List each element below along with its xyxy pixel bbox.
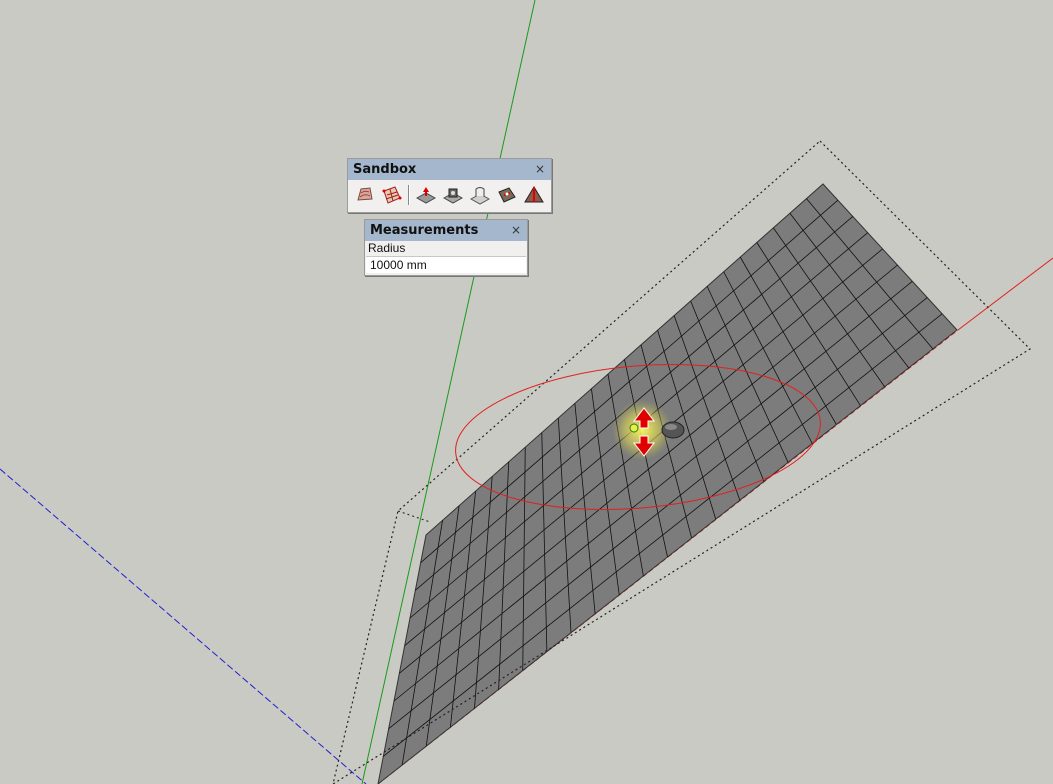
flip-edge-tool-icon[interactable]	[523, 184, 545, 206]
measurements-close-button[interactable]: ×	[511, 220, 521, 241]
sandbox-toolbar: Sandbox ×	[347, 158, 552, 213]
bounding-box-edge	[397, 510, 431, 523]
blue-axis	[0, 468, 367, 784]
red-axis	[957, 257, 1053, 331]
from-scratch-tool-icon[interactable]	[381, 184, 403, 206]
measurements-title-text: Measurements	[370, 223, 479, 238]
smoove-tool-icon[interactable]	[415, 184, 437, 206]
measurement-value-field[interactable]: 10000 mm	[366, 256, 526, 273]
modeling-viewport[interactable]	[0, 0, 1053, 784]
toolbar-separator	[408, 184, 410, 205]
measurement-label: Radius	[368, 241, 406, 255]
add-detail-tool-icon[interactable]	[496, 184, 518, 206]
sandbox-close-button[interactable]: ×	[535, 159, 545, 180]
stamp-tool-icon[interactable]	[442, 184, 464, 206]
sandbox-title-text: Sandbox	[353, 162, 417, 177]
drape-tool-icon[interactable]	[469, 184, 491, 206]
grid-line	[399, 264, 898, 674]
sandbox-toolbar-title[interactable]: Sandbox ×	[348, 159, 551, 180]
measurements-panel: Measurements × Radius 10000 mm	[364, 219, 528, 276]
from-contours-tool-icon[interactable]	[354, 184, 376, 206]
measurements-title[interactable]: Measurements ×	[365, 220, 527, 241]
